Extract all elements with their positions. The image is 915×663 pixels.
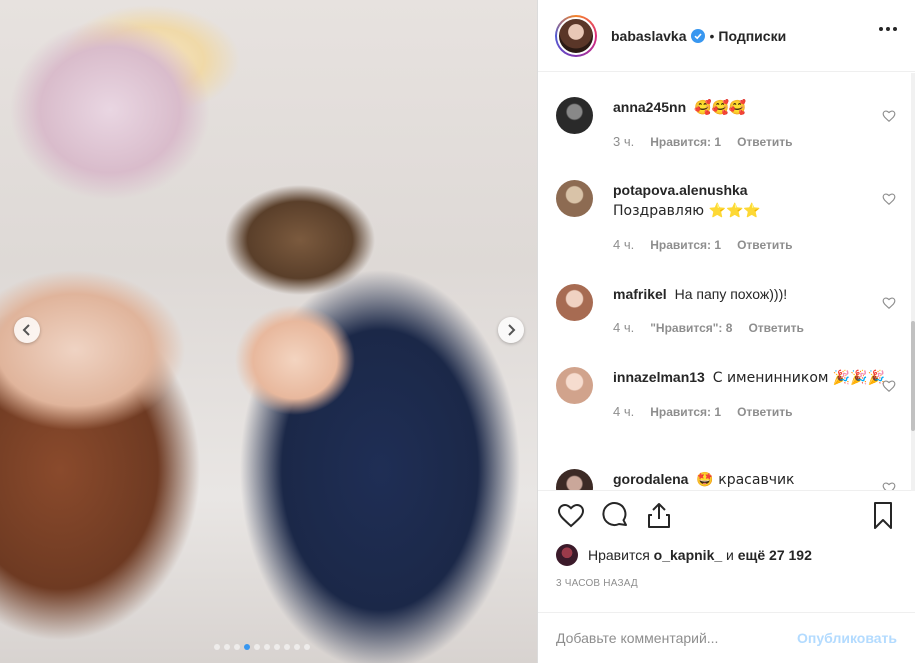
comment-input[interactable] <box>556 630 798 646</box>
post-actions <box>554 500 899 540</box>
previous-photo-button[interactable] <box>14 317 40 343</box>
save-bookmark-icon[interactable] <box>868 500 898 530</box>
add-comment-bar: Опубликовать <box>538 612 915 663</box>
likes-prefix: Нравится <box>588 547 650 563</box>
author-username[interactable]: babaslavka <box>611 28 687 44</box>
chevron-right-icon <box>508 324 516 336</box>
comment-time[interactable]: 4 ч. <box>613 318 634 338</box>
verified-badge-icon <box>690 28 705 43</box>
like-comment-heart-icon[interactable] <box>882 296 896 310</box>
next-photo-button[interactable] <box>498 317 524 343</box>
comment-text: На папу похож)))! <box>674 286 788 302</box>
carousel-dot <box>294 644 300 650</box>
comments-scrollbar[interactable] <box>911 73 915 491</box>
liker-username[interactable]: o_kapnik_ <box>654 547 722 563</box>
chevron-left-icon <box>22 324 30 336</box>
carousel-indicator <box>214 644 310 650</box>
post-header: babaslavka • Подписки <box>538 0 915 72</box>
commenter-avatar[interactable] <box>556 367 593 404</box>
carousel-dot <box>214 644 220 650</box>
comment-item: gorodalena 🤩 красавчик <box>556 469 896 490</box>
comment-text: 🤩 красавчик <box>696 472 795 488</box>
carousel-dot <box>224 644 230 650</box>
carousel-dot <box>264 644 270 650</box>
commenter-avatar[interactable] <box>556 469 593 490</box>
comment-text: Поздравляю ⭐️⭐️⭐️ <box>613 203 761 219</box>
more-options-icon[interactable] <box>879 27 897 31</box>
carousel-dot <box>254 644 260 650</box>
commenter-username[interactable]: anna245nn <box>613 99 686 115</box>
comment-time[interactable]: 4 ч. <box>613 402 634 422</box>
like-comment-heart-icon[interactable] <box>882 192 896 206</box>
comment-item: potapova.alenushka Поздравляю ⭐️⭐️⭐️ 4 ч… <box>556 180 896 255</box>
comment-likes[interactable]: Нравится: 1 <box>650 402 721 422</box>
like-heart-icon[interactable] <box>556 500 586 530</box>
commenter-avatar[interactable] <box>556 180 593 217</box>
commenter-avatar[interactable] <box>556 284 593 321</box>
like-comment-heart-icon[interactable] <box>882 379 896 393</box>
comment-likes[interactable]: Нравится: 1 <box>650 235 721 255</box>
comment-text: 🥰🥰🥰 <box>694 100 747 116</box>
reply-button[interactable]: Ответить <box>737 402 792 422</box>
carousel-dot <box>234 644 240 650</box>
comment-time[interactable]: 4 ч. <box>613 235 634 255</box>
comment-bubble-icon[interactable] <box>600 500 630 530</box>
comments-list[interactable]: anna245nn 🥰🥰🥰 3 ч. Нравится: 1 Ответить … <box>538 73 915 491</box>
post-timestamp[interactable]: 3 ЧАСОВ НАЗАД <box>556 578 638 589</box>
share-icon[interactable] <box>644 500 674 530</box>
liker-avatar[interactable] <box>556 544 578 566</box>
comment-item: anna245nn 🥰🥰🥰 3 ч. Нравится: 1 Ответить <box>556 97 896 152</box>
carousel-dot <box>274 644 280 650</box>
reply-button[interactable]: Ответить <box>748 318 803 338</box>
comment-likes[interactable]: "Нравится": 8 <box>650 318 732 338</box>
carousel-dot <box>284 644 290 650</box>
post-sidebar: babaslavka • Подписки anna245nn 🥰🥰🥰 3 ч.… <box>538 0 915 663</box>
post-photo[interactable] <box>0 0 538 663</box>
comment-item: mafrikel На папу похож)))! 4 ч. "Нравитс… <box>556 284 896 338</box>
commenter-username[interactable]: mafrikel <box>613 286 667 302</box>
comment-time[interactable]: 3 ч. <box>613 132 634 152</box>
like-comment-heart-icon[interactable] <box>882 481 896 491</box>
reply-button[interactable]: Ответить <box>737 235 792 255</box>
reply-button[interactable]: Ответить <box>737 132 792 152</box>
publish-button[interactable]: Опубликовать <box>797 630 897 646</box>
comment-likes[interactable]: Нравится: 1 <box>650 132 721 152</box>
commenter-username[interactable]: potapova.alenushka <box>613 182 748 198</box>
commenter-username[interactable]: innazelman13 <box>613 369 705 385</box>
likes-conjunction: и <box>726 547 734 563</box>
commenter-username[interactable]: gorodalena <box>613 471 688 487</box>
comment-text: С именинником 🎉🎉🎉 <box>712 370 886 386</box>
carousel-dot <box>244 644 250 650</box>
commenter-avatar[interactable] <box>556 97 593 134</box>
comment-item: innazelman13 С именинником 🎉🎉🎉 4 ч. Нрав… <box>556 367 896 422</box>
like-comment-heart-icon[interactable] <box>882 109 896 123</box>
likes-count[interactable]: ещё 27 192 <box>738 547 812 563</box>
carousel-dot <box>304 644 310 650</box>
author-avatar[interactable] <box>555 14 597 57</box>
header-separator: • <box>709 27 715 44</box>
following-button[interactable]: Подписки <box>718 28 786 44</box>
likes-summary: Нравится o_kapnik_ и ещё 27 192 <box>556 544 812 566</box>
